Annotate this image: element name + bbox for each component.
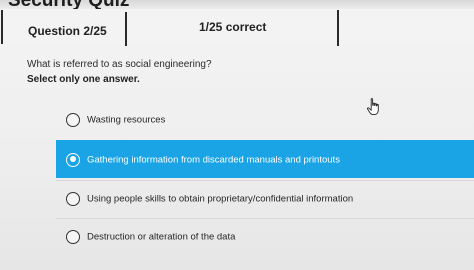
radio-unchecked-icon[interactable] (66, 113, 80, 127)
answer-option[interactable]: Destruction or alteration of the data (56, 218, 474, 254)
quiz-title-strip: Security Quiz (0, 0, 474, 9)
answer-option-label: Wasting resources (87, 114, 166, 126)
answer-instruction: Select only one answer. (27, 74, 140, 85)
answer-option-label: Destruction or alteration of the data (87, 231, 236, 242)
question-counter: Question 2/25 (28, 24, 107, 38)
quiz-title: Security Quiz (8, 0, 129, 9)
header-divider (337, 10, 339, 46)
answer-option-selected[interactable]: Gathering information from discarded man… (56, 140, 474, 178)
answer-option-label: Gathering information from discarded man… (87, 154, 340, 165)
radio-checked-icon[interactable] (66, 152, 80, 167)
question-text: What is referred to as social engineerin… (27, 59, 212, 70)
radio-unchecked-icon[interactable] (66, 229, 80, 244)
hand-pointer-icon (366, 98, 379, 116)
answer-option[interactable]: Using people skills to obtain proprietar… (56, 180, 474, 216)
header-divider (1, 10, 3, 44)
answer-option[interactable]: Wasting resources (56, 102, 474, 138)
score-counter: 1/25 correct (199, 20, 267, 34)
answer-option-label: Using people skills to obtain proprietar… (87, 193, 354, 204)
header-divider (125, 12, 127, 46)
radio-unchecked-icon[interactable] (66, 191, 80, 206)
